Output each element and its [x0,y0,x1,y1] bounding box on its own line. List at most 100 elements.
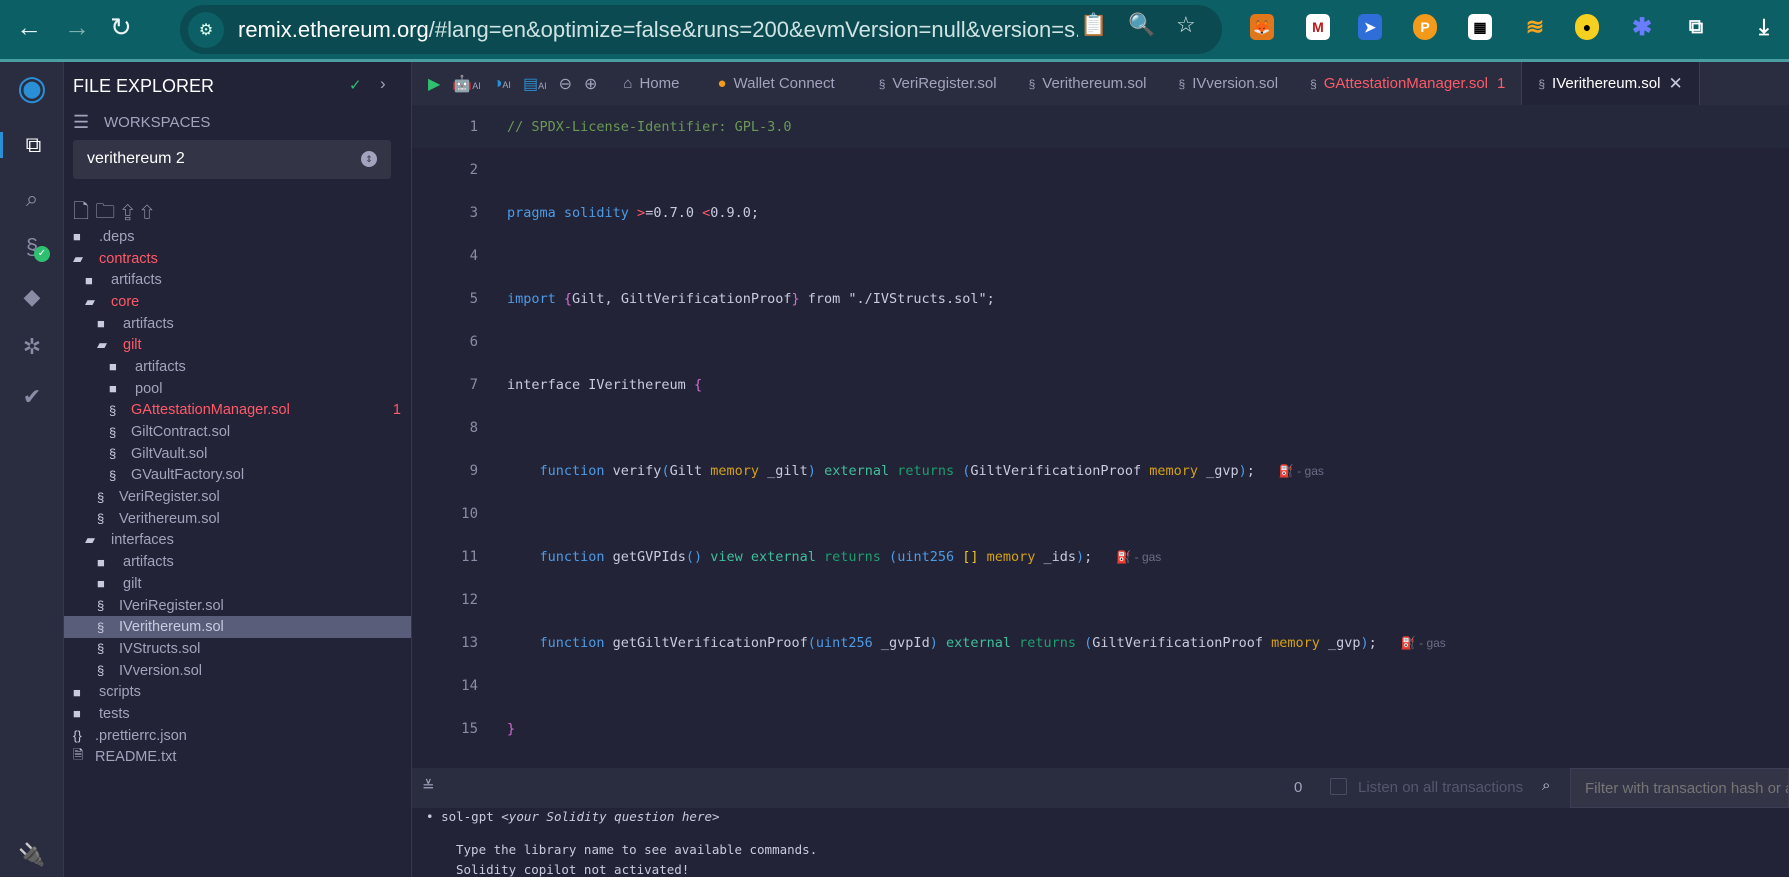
deploy-icon[interactable]: ◆ [0,284,64,310]
folder-icon: ■ [73,229,81,245]
workspace-select[interactable]: verithereum 2 ⇕ [73,140,391,179]
search-icon[interactable]: ⌕ [0,186,64,212]
transaction-filter-input[interactable] [1570,768,1789,808]
metamask-icon[interactable]: 🦊 [1250,14,1274,40]
tree-item[interactable]: ▰ core [64,291,411,313]
tree-item[interactable]: ■ pool [64,378,411,400]
rss-icon[interactable]: ≋ [1523,14,1547,40]
line-number: 11 [461,548,478,565]
solidity-file-icon: § [109,467,117,483]
file-explorer-icon[interactable]: ⧉ [0,132,64,158]
hamburger-icon[interactable]: ☰ [73,112,89,133]
solidity-file-icon: § [1538,76,1546,91]
tab-wallet-connect[interactable]: ● Wallet Connect [701,62,850,105]
upload-folder-icon[interactable]: ⇧ [140,201,159,223]
tree-item[interactable]: ■ artifacts [64,269,411,291]
test-icon[interactable]: ✔ [0,384,64,410]
file-tree: ■ .deps ▰ contracts ■ artifacts ▰ core ■ artifact… [64,226,411,768]
code-token: =0.7.0 [645,204,703,221]
tree-item[interactable]: § GVaultFactory.sol [64,465,411,487]
download-icon[interactable]: ⤓ [1752,14,1776,40]
code-line: 5 import {Gilt, GiltVerificationProof} fr… [412,277,1789,320]
puzzle-icon[interactable]: ⧉ [1684,14,1708,40]
tree-item[interactable]: ■ artifacts [64,313,411,335]
qr-icon[interactable]: ▦ [1468,14,1492,40]
tab-file[interactable]: § Verithereum.sol [1013,62,1163,105]
code-token: from "./IVStructs.sol"; [799,290,995,307]
zoom-icon[interactable]: 🔍 [1128,12,1155,38]
address-bar[interactable]: ⚙ remix.ethereum.org/#lang=en&optimize=f… [180,5,1222,54]
collapse-terminal-icon[interactable]: ≚ [422,777,435,795]
zoom-in-icon[interactable]: ⊕ [584,74,597,94]
code-token: [] [962,548,979,565]
code-token: uint256 [897,548,963,565]
tree-item[interactable]: § GiltContract.sol [64,421,411,443]
remix-logo-icon[interactable]: ◉ [0,68,64,108]
folder-icon: ■ [97,554,105,570]
send-icon[interactable]: ➤ [1358,14,1382,40]
run-icon[interactable]: ▶ [428,74,440,94]
new-folder-icon[interactable]: 🗀 [95,201,121,223]
back-icon[interactable]: ← [16,12,42,43]
reload-icon[interactable]: ↻ [110,12,132,43]
tree-item[interactable]: ■ .deps [64,226,411,248]
tree-item[interactable]: ■ scripts [64,681,411,703]
tree-item[interactable]: 🗎 README.txt [64,747,411,769]
tree-item[interactable]: ■ artifacts [64,356,411,378]
site-settings-icon[interactable]: ⚙ [188,11,224,48]
line-source: } [507,721,515,737]
tree-item-label: IVerithereum.sol [119,619,224,636]
plugin-manager-icon[interactable]: 🔌 [0,842,64,868]
tab-file[interactable]: § IVversion.sol [1163,62,1295,105]
code-token: pragma solidity [507,204,638,221]
code-line: 7 interface IVerithereum { [412,363,1789,406]
tab-file[interactable]: § IVerithereum.sol ✕ [1521,62,1700,105]
tree-item[interactable]: § IVeriRegister.sol [64,595,411,617]
tree-item[interactable]: ▰ contracts [64,248,411,270]
mcafee-icon[interactable]: M [1306,14,1330,40]
code-token: GiltVerificationProof [1092,634,1272,651]
code-token: uint256 [815,634,873,651]
tree-item[interactable]: § VeriRegister.sol [64,486,411,508]
close-tab-icon[interactable]: ✕ [1668,74,1682,94]
code-editor[interactable]: 1 // SPDX-License-Identifier: GPL-3.0 2 3 pr… [412,105,1789,750]
tab-file[interactable]: § VeriRegister.sol [863,62,1013,105]
polkadot-icon[interactable]: P [1413,14,1437,40]
clipboard-icon[interactable]: 📋 [1080,12,1107,38]
tree-item[interactable]: ■ artifacts [64,551,411,573]
tree-item[interactable]: § IVversion.sol [64,660,411,682]
code-token: returns [1011,634,1085,651]
tab-home[interactable]: ⌂ Home [607,62,695,105]
tree-item[interactable]: ▰ gilt [64,334,411,356]
gas-estimate: - gas [1297,463,1324,478]
tree-item-label: artifacts [123,315,174,332]
ai-robot-icon[interactable]: 🤖AI [452,74,480,94]
zoom-out-icon[interactable]: ⊖ [559,74,572,94]
chevron-right-icon[interactable]: › [380,74,386,94]
tree-item[interactable]: {} .prettierrc.json [64,725,411,747]
tree-item[interactable]: ■ tests [64,703,411,725]
code-token: ; [1084,548,1093,565]
ai-toggle-icon[interactable]: ◑AI [493,75,511,93]
upload-file-icon[interactable]: ⇪ [121,201,140,223]
tree-item[interactable]: ▰ interfaces [64,530,411,552]
tree-item[interactable]: § IVStructs.sol [64,638,411,660]
bookmark-star-icon[interactable]: ☆ [1176,12,1196,38]
new-file-icon[interactable]: 🗋 [73,201,95,223]
debugger-icon[interactable]: ✲ [0,334,64,360]
code-line: 2 [412,148,1789,191]
tree-item[interactable]: § GiltVault.sol [64,443,411,465]
line-source: // SPDX-License-Identifier: GPL-3.0 [507,119,791,135]
bee-icon[interactable]: ● [1575,14,1599,40]
listen-checkbox[interactable] [1330,778,1347,795]
solidity-compiler-icon[interactable]: § ✓ [0,234,64,262]
tree-item[interactable]: § GAttestationManager.sol 1 [64,400,411,422]
forward-icon[interactable]: → [64,12,90,43]
ai-doc-icon[interactable]: ▤AI [523,74,547,94]
folder-open-icon: ▰ [97,337,107,353]
tree-item[interactable]: § Verithereum.sol [64,508,411,530]
tree-item[interactable]: § IVerithereum.sol [64,616,411,639]
tab-file[interactable]: § GAttestationManager.sol 1 [1294,62,1521,105]
tree-item[interactable]: ■ gilt [64,573,411,595]
asterisk-icon[interactable]: ✱ [1630,14,1654,41]
